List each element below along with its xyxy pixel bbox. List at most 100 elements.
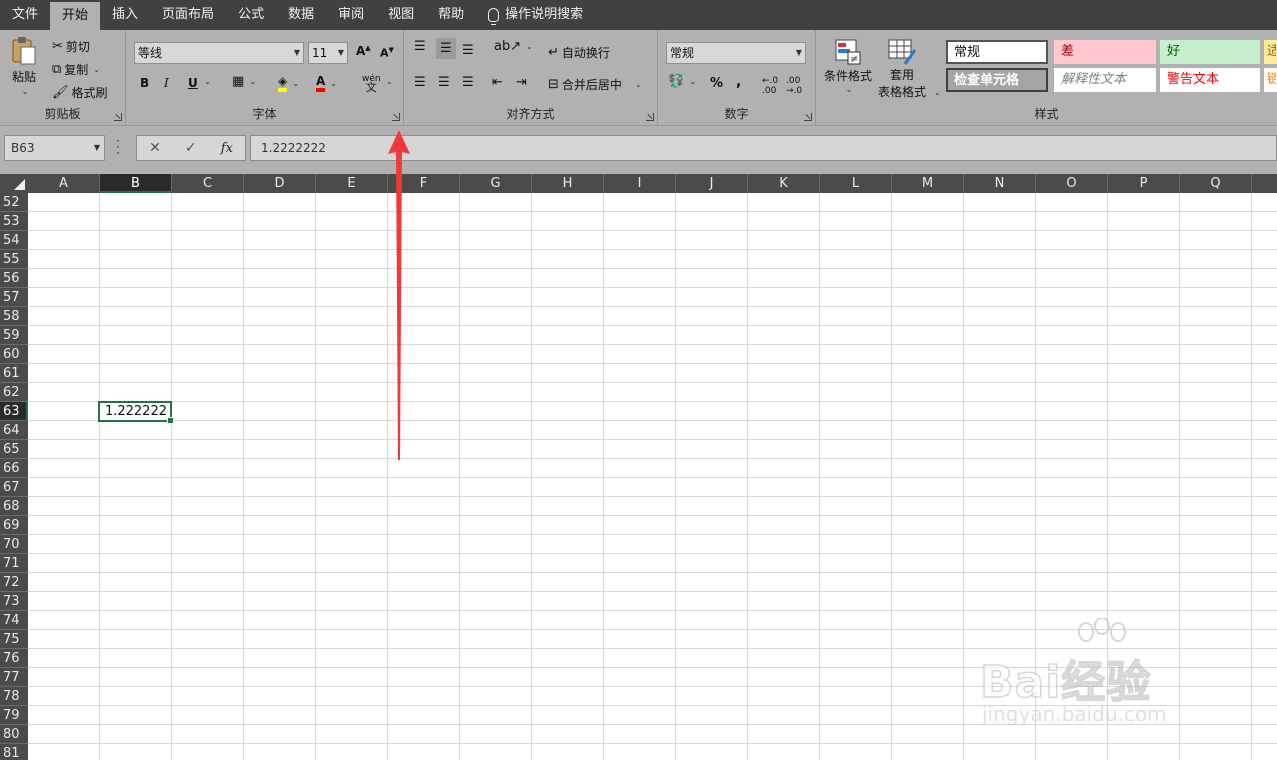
row-header-66[interactable]: 66 <box>0 459 28 478</box>
tab-data[interactable]: 数据 <box>276 0 326 30</box>
column-header-j[interactable]: J <box>676 174 748 193</box>
tab-formulas[interactable]: 公式 <box>226 0 276 30</box>
style-normal[interactable]: 常规 <box>946 40 1048 64</box>
phonetic-dropdown[interactable]: ⌄ <box>384 77 393 86</box>
style-linked-partial[interactable]: 链 <box>1264 68 1277 92</box>
row-header-62[interactable]: 62 <box>0 383 28 402</box>
name-box[interactable]: B63 ▼ <box>4 135 105 161</box>
font-color-button[interactable]: A ⌄ <box>316 74 337 92</box>
row-header-67[interactable]: 67 <box>0 478 28 497</box>
decrease-font-button[interactable]: A▼ <box>380 46 394 60</box>
enter-icon[interactable]: ✓ <box>185 140 197 156</box>
accounting-format-button[interactable]: 💱 ⌄ <box>668 75 696 88</box>
column-header-q[interactable]: Q <box>1180 174 1252 193</box>
tab-help[interactable]: 帮助 <box>426 0 476 30</box>
bold-button[interactable]: B <box>140 76 149 90</box>
decrease-indent-button[interactable]: ⇤ <box>492 76 503 89</box>
row-header-72[interactable]: 72 <box>0 573 28 592</box>
conditional-format-button[interactable]: ≠ 条件格式 ⌄ <box>824 38 872 94</box>
column-header-a[interactable]: A <box>28 174 100 193</box>
tab-review[interactable]: 审阅 <box>326 0 376 30</box>
row-header-77[interactable]: 77 <box>0 668 28 687</box>
increase-decimal-button[interactable]: ←.0.00 <box>762 76 778 96</box>
font-name-select[interactable]: 等线 ▼ <box>134 42 304 64</box>
tab-home[interactable]: 开始 <box>50 2 101 30</box>
tab-page-layout[interactable]: 页面布局 <box>150 0 226 30</box>
row-header-81[interactable]: 81 <box>0 744 28 760</box>
column-header-i[interactable]: I <box>604 174 676 193</box>
style-bad[interactable]: 差 <box>1054 40 1156 64</box>
align-left-button[interactable]: ☰ <box>414 76 426 89</box>
borders-button[interactable]: ▦ ⌄ <box>232 75 256 88</box>
row-header-69[interactable]: 69 <box>0 516 28 535</box>
align-center-button[interactable]: ☰ <box>438 76 450 89</box>
fill-color-button[interactable]: ◈ ⌄ <box>278 74 299 92</box>
row-header-54[interactable]: 54 <box>0 231 28 250</box>
align-bottom-button[interactable]: ☰ <box>462 44 474 57</box>
cut-button[interactable]: ✂ 剪切 <box>52 38 90 55</box>
italic-button[interactable]: I <box>164 76 169 90</box>
style-good[interactable]: 好 <box>1160 40 1260 64</box>
column-header-p[interactable]: P <box>1108 174 1180 193</box>
dialog-launcher-icon[interactable] <box>392 113 400 121</box>
row-header-57[interactable]: 57 <box>0 288 28 307</box>
wrap-text-button[interactable]: ↵ 自动换行 <box>548 44 610 61</box>
align-top-button[interactable]: ☰ <box>414 40 426 53</box>
column-header-g[interactable]: G <box>460 174 532 193</box>
select-all-button[interactable] <box>0 174 28 193</box>
column-header-f[interactable]: F <box>388 174 460 193</box>
row-header-76[interactable]: 76 <box>0 649 28 668</box>
row-header-59[interactable]: 59 <box>0 326 28 345</box>
merge-center-button[interactable]: ⊟ 合并后居中 ⌄ <box>548 76 642 93</box>
column-header-m[interactable]: M <box>892 174 964 193</box>
format-as-table-button[interactable]: 套用 表格格式 <box>878 38 926 100</box>
increase-font-button[interactable]: A▲ <box>356 44 371 58</box>
row-header-63[interactable]: 63 <box>0 402 28 421</box>
increase-indent-button[interactable]: ⇥ <box>516 76 527 89</box>
column-header-d[interactable]: D <box>244 174 316 193</box>
active-cell-b63[interactable]: 1.222222 <box>98 401 174 424</box>
tab-view[interactable]: 视图 <box>376 0 426 30</box>
underline-button[interactable]: U <box>188 76 198 90</box>
row-header-80[interactable]: 80 <box>0 725 28 744</box>
tell-me-search[interactable]: 操作说明搜索 <box>476 0 595 30</box>
align-middle-button[interactable]: ☰ <box>436 38 456 59</box>
style-warning[interactable]: 警告文本 <box>1160 68 1260 92</box>
insert-function-icon[interactable]: fx <box>221 141 233 156</box>
tab-file[interactable]: 文件 <box>0 0 50 30</box>
row-header-55[interactable]: 55 <box>0 250 28 269</box>
format-painter-button[interactable]: 🖌 格式刷 <box>52 84 108 101</box>
dialog-launcher-icon[interactable] <box>804 113 812 121</box>
style-neutral-partial[interactable]: 适 <box>1264 40 1277 64</box>
underline-dropdown[interactable]: ⌄ <box>202 77 211 86</box>
column-header-b[interactable]: B <box>100 174 172 193</box>
row-header-64[interactable]: 64 <box>0 421 28 440</box>
style-explanatory[interactable]: 解释性文本 <box>1054 68 1156 92</box>
row-header-78[interactable]: 78 <box>0 687 28 706</box>
phonetic-button[interactable]: wén 文 <box>362 74 381 93</box>
row-header-56[interactable]: 56 <box>0 269 28 288</box>
cancel-icon[interactable]: ✕ <box>149 140 161 156</box>
decrease-decimal-button[interactable]: .00 →.0 <box>786 76 802 96</box>
align-right-button[interactable]: ☰ <box>462 76 474 89</box>
style-check-cell[interactable]: 检查单元格 <box>946 68 1048 92</box>
number-format-select[interactable]: 常规 ▼ <box>666 42 806 64</box>
font-size-select[interactable]: 11 ▼ <box>308 42 348 64</box>
row-header-71[interactable]: 71 <box>0 554 28 573</box>
column-header-c[interactable]: C <box>172 174 244 193</box>
tab-insert[interactable]: 插入 <box>100 0 150 30</box>
orientation-button[interactable]: ab↗ ⌄ <box>494 40 533 53</box>
column-header-e[interactable]: E <box>316 174 388 193</box>
paste-button[interactable]: 粘贴 ⌄ <box>10 36 38 96</box>
column-header-l[interactable]: L <box>820 174 892 193</box>
percent-button[interactable]: % <box>710 76 723 91</box>
row-header-79[interactable]: 79 <box>0 706 28 725</box>
column-header-h[interactable]: H <box>532 174 604 193</box>
row-header-58[interactable]: 58 <box>0 307 28 326</box>
row-header-61[interactable]: 61 <box>0 364 28 383</box>
row-header-53[interactable]: 53 <box>0 212 28 231</box>
row-header-68[interactable]: 68 <box>0 497 28 516</box>
row-header-75[interactable]: 75 <box>0 630 28 649</box>
row-header-70[interactable]: 70 <box>0 535 28 554</box>
more-options-icon[interactable]: · · · <box>116 135 120 159</box>
